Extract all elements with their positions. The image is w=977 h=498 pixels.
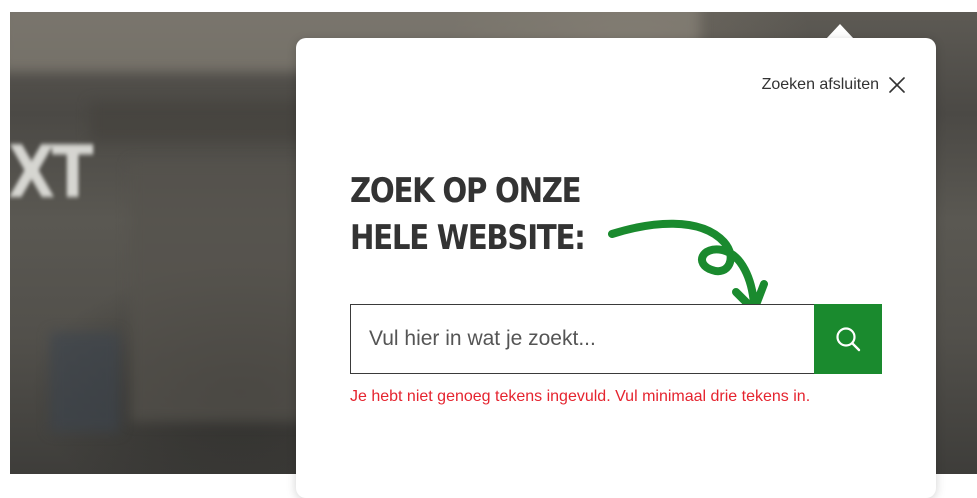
search-icon: [836, 327, 861, 352]
panel-pointer: [826, 24, 854, 39]
search-submit-button[interactable]: [814, 304, 882, 374]
close-icon: [889, 77, 905, 93]
search-form: [350, 304, 882, 374]
search-input[interactable]: [350, 304, 814, 374]
search-panel: Zoeken afsluiten ZOEK OP ONZE HELE WEBSI…: [296, 38, 936, 498]
search-heading-line-1: ZOEK OP ONZE: [350, 171, 582, 211]
search-heading-line-2: HELE WEBSITE:: [350, 218, 586, 258]
search-error-message: Je hebt niet genoeg tekens ingevuld. Vul…: [350, 388, 811, 405]
close-search-button[interactable]: Zoeken afsluiten: [762, 75, 906, 95]
background-door: [50, 332, 120, 432]
close-search-label: Zoeken afsluiten: [761, 76, 879, 93]
curly-arrow-icon: [608, 219, 768, 314]
search-heading: ZOEK OP ONZE HELE WEBSITE:: [350, 168, 586, 262]
background-sign-text: XT: [10, 130, 94, 214]
